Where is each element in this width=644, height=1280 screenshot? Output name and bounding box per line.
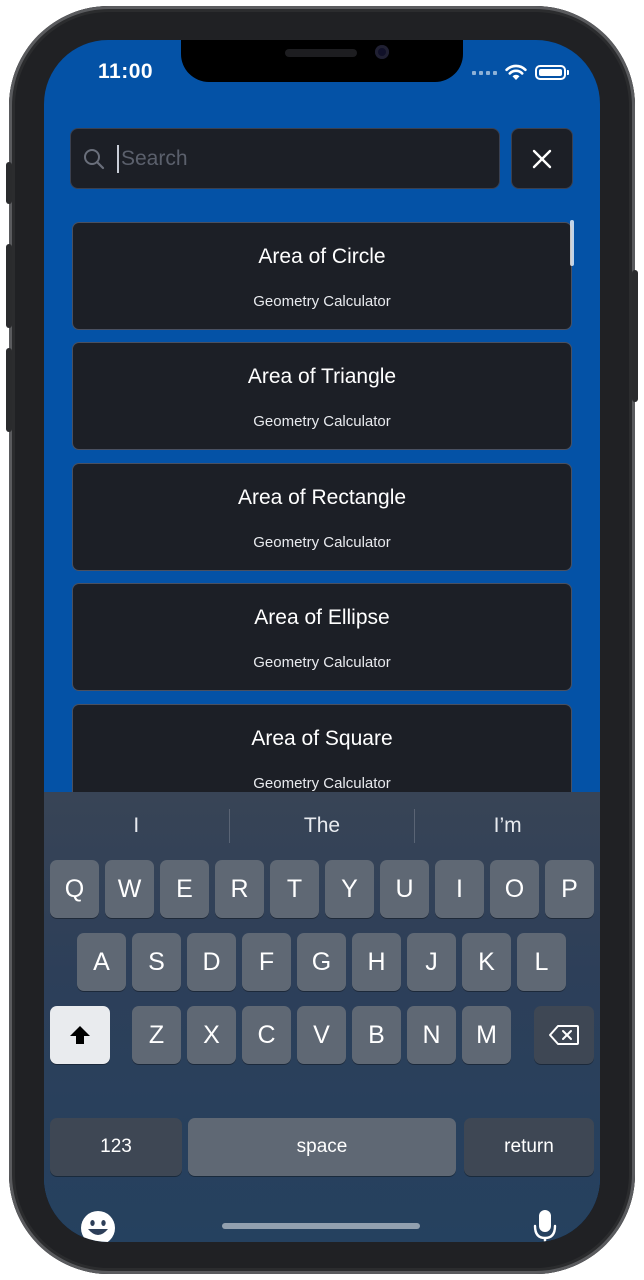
result-subtitle: Geometry Calculator — [253, 775, 391, 792]
search-icon — [84, 148, 105, 169]
result-card[interactable]: Area of Rectangle Geometry Calculator — [72, 463, 572, 571]
key-n[interactable]: N — [407, 1006, 456, 1064]
volume-up-button — [6, 244, 12, 328]
result-card[interactable]: Area of Triangle Geometry Calculator — [72, 342, 572, 450]
key-s[interactable]: S — [132, 933, 181, 991]
notch — [181, 40, 463, 82]
numbers-key[interactable]: 123 — [50, 1118, 182, 1176]
result-subtitle: Geometry Calculator — [253, 534, 391, 551]
key-p[interactable]: P — [545, 860, 594, 918]
shift-icon — [70, 1026, 90, 1044]
key-y[interactable]: Y — [325, 860, 374, 918]
result-subtitle: Geometry Calculator — [253, 293, 391, 310]
key-l[interactable]: L — [517, 933, 566, 991]
key-g[interactable]: G — [297, 933, 346, 991]
key-q[interactable]: Q — [50, 860, 99, 918]
space-key[interactable]: space — [188, 1118, 456, 1176]
signal-icon — [472, 70, 497, 75]
result-card[interactable]: Area of Circle Geometry Calculator — [72, 222, 572, 330]
key-o[interactable]: O — [490, 860, 539, 918]
result-title: Area of Rectangle — [237, 486, 407, 509]
key-i[interactable]: I — [435, 860, 484, 918]
clear-search-button[interactable] — [511, 128, 573, 189]
search-input[interactable] — [119, 145, 459, 172]
result-title: Area of Square — [251, 727, 393, 750]
result-title: Area of Ellipse — [254, 606, 390, 629]
battery-icon — [535, 65, 569, 80]
key-k[interactable]: K — [462, 933, 511, 991]
suggestion[interactable]: I — [44, 806, 229, 846]
status-icons — [472, 64, 569, 81]
screen: 11:00 Area of Circle Geometry Calculator — [44, 40, 600, 1242]
result-title: Area of Circle — [258, 245, 386, 268]
key-h[interactable]: H — [352, 933, 401, 991]
speaker-grille — [285, 49, 357, 57]
key-x[interactable]: X — [187, 1006, 236, 1064]
shift-key[interactable] — [50, 1006, 110, 1064]
key-u[interactable]: U — [380, 860, 429, 918]
return-key[interactable]: return — [464, 1118, 594, 1176]
home-indicator[interactable] — [222, 1223, 420, 1229]
power-button — [632, 270, 638, 402]
key-v[interactable]: V — [297, 1006, 346, 1064]
key-t[interactable]: T — [270, 860, 319, 918]
microphone-icon[interactable] — [532, 1208, 558, 1242]
key-m[interactable]: M — [462, 1006, 511, 1064]
key-r[interactable]: R — [215, 860, 264, 918]
key-f[interactable]: F — [242, 933, 291, 991]
backspace-key[interactable] — [534, 1006, 594, 1064]
key-w[interactable]: W — [105, 860, 154, 918]
volume-down-button — [6, 348, 12, 432]
key-a[interactable]: A — [77, 933, 126, 991]
silent-switch — [6, 162, 12, 204]
suggestion[interactable]: The — [230, 806, 415, 846]
scrollbar[interactable] — [570, 220, 574, 266]
key-d[interactable]: D — [187, 933, 236, 991]
close-icon — [532, 149, 552, 168]
suggestion[interactable]: I’m — [415, 806, 600, 846]
predictive-bar: I The I’m — [44, 806, 600, 846]
key-j[interactable]: J — [407, 933, 456, 991]
result-subtitle: Geometry Calculator — [253, 413, 391, 430]
backspace-icon — [549, 1025, 579, 1045]
emoji-icon[interactable] — [80, 1210, 116, 1242]
key-b[interactable]: B — [352, 1006, 401, 1064]
wifi-icon — [505, 64, 527, 80]
key-e[interactable]: E — [160, 860, 209, 918]
result-subtitle: Geometry Calculator — [253, 654, 391, 671]
result-title: Area of Triangle — [247, 365, 397, 388]
keyboard: I The I’m QWERTYUIOP ASDFGHJKL ZXCVBNM 1… — [44, 792, 600, 1242]
front-camera — [375, 45, 389, 59]
key-c[interactable]: C — [242, 1006, 291, 1064]
result-card[interactable]: Area of Ellipse Geometry Calculator — [72, 583, 572, 691]
status-time: 11:00 — [98, 60, 154, 83]
search-field[interactable] — [70, 128, 500, 189]
key-z[interactable]: Z — [132, 1006, 181, 1064]
